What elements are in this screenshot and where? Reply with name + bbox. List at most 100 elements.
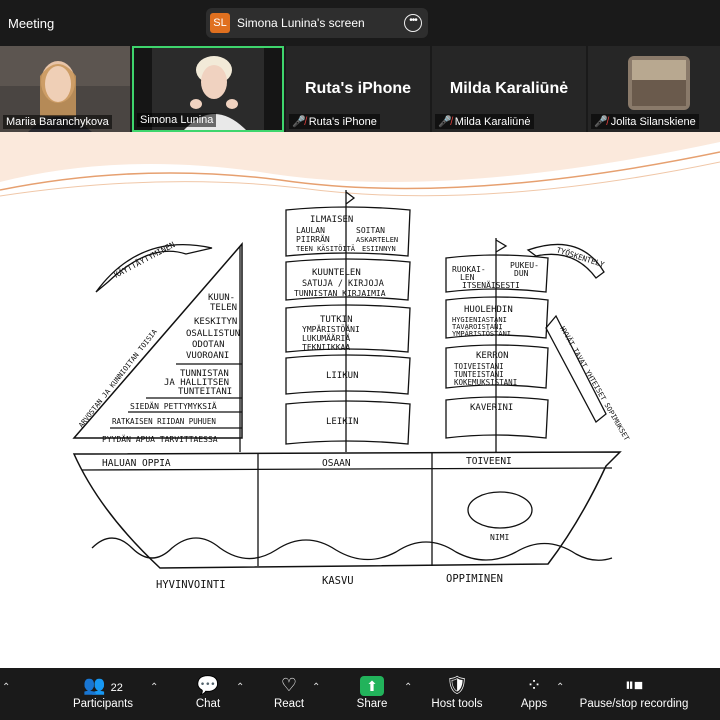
right-sail-2-title: HUOLEHDIN — [464, 305, 513, 315]
water-left-label: HYVINVOINTI — [156, 579, 226, 591]
left-sail-line: RATKAISEN RIIDAN PUHUEN — [112, 417, 216, 426]
apps-icon: ⁘ — [526, 675, 542, 695]
participants-icon: 👥 22 — [83, 675, 123, 695]
mid-sail-3-item: YMPÄRISTÖÄNI — [302, 324, 360, 334]
chevron-up-icon[interactable]: ⌃ — [312, 682, 320, 693]
right-sail-1-line: ITSENÄISESTI — [462, 280, 520, 290]
recording-label: Pause/stop recording — [579, 698, 689, 710]
more-options-icon[interactable]: ••• — [404, 14, 422, 32]
apps-button[interactable]: ⁘ Apps — [516, 672, 552, 710]
host-tools-button[interactable]: 🛡 Host tools — [426, 672, 488, 710]
participant-name: Jolita Silanskiene — [610, 116, 696, 128]
left-sail-line: PYYDÄN APUA TARVITTAESSA — [102, 434, 218, 444]
mid-sail-2-line: SATUJA / KIRJOJA — [302, 279, 384, 289]
right-sail-2-item: YMPÄRISTÖSTÄNI — [452, 329, 511, 338]
hull-left-label: HALUAN OPPIA — [102, 458, 171, 469]
participant-tile[interactable]: Milda Karaliūnė 🎤̸ Milda Karaliūnė — [432, 46, 586, 132]
left-sail-line: TUNTEITANI — [178, 387, 232, 397]
screen-share-label: Simona Lunina's screen — [237, 16, 365, 30]
participant-display-name: Milda Karaliūnė — [449, 80, 569, 97]
left-sail-line: KESKITYN — [194, 317, 237, 327]
left-sail-line: KUUN- — [208, 293, 235, 303]
right-sail-3-item: KOKEMUKSISTANI — [454, 378, 517, 387]
mic-muted-icon: 🎤̸ — [594, 116, 608, 128]
right-side-banner-text: HYVÄT TAVAT YHTEISET SOPIMUKSET — [558, 325, 632, 443]
react-button[interactable]: ♡ React — [268, 672, 310, 710]
participant-tile[interactable]: 🎤̸ Jolita Silanskiene — [588, 46, 720, 132]
porthole — [467, 491, 533, 529]
participants-button[interactable]: 👥 22 Participants — [70, 672, 136, 710]
shield-icon: 🛡 — [445, 675, 469, 695]
mid-sail-1-item: SOITAN — [356, 226, 385, 235]
mid-sail-1-item: PIIRRÄN — [296, 234, 330, 244]
mid-sail-1-item: ASKARTELEN — [356, 236, 398, 244]
mid-sail-2-line: TUNNISTAN KIRJAIMIA — [294, 289, 386, 298]
participant-tile[interactable]: Ruta's iPhone 🎤̸ Ruta's iPhone — [286, 46, 430, 132]
heart-icon: ♡ — [280, 675, 298, 695]
chevron-up-icon[interactable]: ⌃ — [2, 682, 10, 693]
left-sail-line: ODOTAN — [192, 340, 225, 350]
mid-sail-1-item: LAULAN — [296, 226, 325, 235]
participant-name-row: 🎤̸ Ruta's iPhone — [289, 114, 380, 129]
participant-name: Simona Lunina — [137, 113, 217, 127]
participants-count: 22 — [110, 682, 123, 694]
left-sail-line: VUOROANI — [186, 351, 229, 361]
mid-sail-3-title: TUTKIN — [320, 315, 353, 325]
mid-sail-3-item: LUKUMÄÄRIÄ — [302, 333, 350, 343]
mid-sail-5-label: LEIKIN — [326, 417, 359, 427]
shared-screen-content: KÄYTTÄYTYMINEN ARVOSTAN JA KUNNIOITAN TO… — [0, 132, 720, 668]
share-label: Share — [356, 698, 388, 710]
left-side-banner-text: ARVOSTAN JA KUNNIOITAN TOISIA — [77, 327, 159, 429]
mid-sail-1-item: ESIINNYN — [362, 245, 396, 253]
host-tools-label: Host tools — [431, 698, 483, 710]
participant-name: Milda Karaliūnė — [454, 116, 531, 128]
presenter-avatar: SL — [210, 13, 230, 33]
chat-label: Chat — [195, 698, 221, 710]
participant-name: Mariia Baranchykova — [3, 115, 112, 129]
meeting-toolbar: ⌃ 👥 22 Participants ⌃ 💬 Chat ⌃ ♡ React ⌃… — [0, 668, 720, 720]
participant-tile-active-speaker[interactable]: Simona Lunina — [132, 46, 284, 132]
ship-diagram: KÄYTTÄYTYMINEN ARVOSTAN JA KUNNIOITAN TO… — [0, 132, 720, 591]
mid-sail-4-label: LIIKUN — [326, 371, 359, 381]
participant-name: Ruta's iPhone — [308, 116, 377, 128]
right-sail-1-line: DUN — [514, 269, 529, 278]
meeting-title: Meeting — [8, 16, 55, 31]
participant-name-row: 🎤̸ Milda Karaliūnė — [435, 114, 534, 129]
left-sail-line: SIEDÄN PETTYMYKSIÄ — [130, 401, 217, 411]
share-button[interactable]: ⬆ Share — [350, 672, 394, 710]
left-sail-line: TELEN — [210, 303, 237, 313]
water-mid-label: KASVU — [322, 575, 354, 587]
left-flag-text: KÄYTTÄYTYMINEN — [112, 239, 176, 280]
react-label: React — [273, 698, 305, 710]
chevron-up-icon[interactable]: ⌃ — [236, 682, 244, 693]
mid-sail-1-item: TEEN KÄSITÖITÄ — [296, 244, 356, 253]
hull-mid-label: OSAAN — [322, 458, 351, 469]
chevron-up-icon[interactable]: ⌃ — [150, 682, 158, 693]
participant-display-name: Ruta's iPhone — [304, 80, 412, 97]
top-bar: Meeting SL Simona Lunina's screen ••• — [0, 0, 720, 46]
recording-controls-icon: ⏸⏹ — [625, 675, 643, 695]
pause-stop-recording-button[interactable]: ⏸⏹ Pause/stop recording — [578, 672, 690, 710]
water-right-label: OPPIMINEN — [446, 573, 503, 585]
participants-label: Participants — [72, 698, 134, 710]
chevron-up-icon[interactable]: ⌃ — [404, 682, 412, 693]
chat-button[interactable]: 💬 Chat — [188, 672, 228, 710]
chat-icon: 💬 — [196, 675, 220, 695]
chevron-up-icon[interactable]: ⌃ — [556, 682, 564, 693]
hull-right-label: TOIVEENI — [466, 456, 512, 467]
left-sail-line: OSALLISTUN — [186, 329, 240, 339]
participant-tile[interactable]: Mariia Baranchykova — [0, 46, 130, 132]
right-sail-3-title: KERRON — [476, 351, 509, 361]
mic-muted-icon: 🎤̸ — [292, 116, 306, 128]
right-sail-4-label: KAVERINI — [470, 403, 513, 413]
mic-muted-icon: 🎤̸ — [438, 116, 452, 128]
screen-share-indicator[interactable]: SL Simona Lunina's screen ••• — [206, 8, 428, 38]
participant-name-row: 🎤̸ Jolita Silanskiene — [591, 114, 699, 129]
mid-sail-2-line: KUUNTELEN — [312, 268, 361, 278]
participant-strip: Mariia Baranchykova Simona Lunina Ruta's… — [0, 46, 720, 132]
water-waves — [91, 537, 613, 561]
porthole-label: NIMI — [490, 533, 509, 542]
share-arrow-icon: ⬆ — [360, 676, 384, 696]
apps-label: Apps — [520, 698, 548, 710]
mid-sail-1-title: ILMAISEN — [310, 215, 353, 225]
